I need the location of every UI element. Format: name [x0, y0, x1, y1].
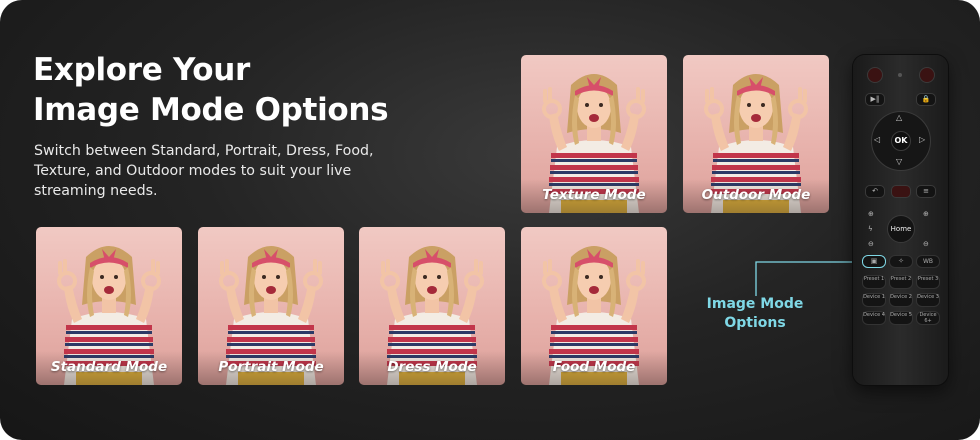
device-2-button[interactable]: Device 2 — [889, 293, 913, 307]
power-off-button[interactable] — [919, 67, 935, 83]
brightness-icon[interactable]: ✧ — [889, 255, 913, 268]
headline: Explore Your Image Mode Options — [33, 50, 453, 130]
preset-1-button[interactable]: Preset 1 — [862, 275, 886, 289]
mode-card-standard: Standard Mode — [36, 227, 182, 385]
mode-label: Texture Mode — [521, 179, 667, 213]
arrow-left-icon[interactable]: ◁ — [874, 135, 880, 144]
wb-button[interactable]: WB — [916, 255, 940, 268]
zoom-out-icon[interactable]: ⊖ — [868, 240, 874, 248]
mode-label: Dress Mode — [359, 351, 505, 385]
back-icon[interactable]: ↶ — [865, 185, 885, 198]
headline-line-2: Image Mode Options — [33, 92, 389, 128]
headline-line-1: Explore Your — [33, 52, 251, 88]
zoom-in-icon[interactable]: ⊕ — [868, 210, 874, 218]
callout-line-2: Options — [724, 315, 786, 331]
record-button[interactable] — [891, 185, 911, 198]
device-6-button[interactable]: Device 6+ — [916, 311, 940, 325]
menu-icon[interactable]: ≡ — [916, 185, 936, 198]
device-5-button[interactable]: Device 5 — [889, 311, 913, 325]
power-button[interactable] — [867, 67, 883, 83]
image-mode-icon[interactable]: ▣ — [862, 255, 886, 268]
mode-card-outdoor: Outdoor Mode — [683, 55, 829, 213]
play-pause-icon[interactable]: ▶‖ — [865, 93, 885, 106]
mode-card-dress: Dress Mode — [359, 227, 505, 385]
remote-control: ▶‖ 🔒 OK △ ▽ ◁ ▷ ↶ ≡ ⊕ ϟ ⊖ Home ⊕ ⊖ ▣ ✧ W… — [853, 55, 948, 385]
device-1-button[interactable]: Device 1 — [862, 293, 886, 307]
preset-3-button[interactable]: Preset 3 — [916, 275, 940, 289]
arrow-right-icon[interactable]: ▷ — [919, 135, 925, 144]
mode-card-portrait: Portrait Mode — [198, 227, 344, 385]
focus-in-icon[interactable]: ⊕ — [923, 210, 929, 218]
flash-icon[interactable]: ϟ — [868, 225, 873, 233]
ok-button[interactable]: OK — [891, 131, 911, 151]
device-3-button[interactable]: Device 3 — [916, 293, 940, 307]
home-button[interactable]: Home — [887, 215, 915, 243]
focus-out-icon[interactable]: ⊖ — [923, 240, 929, 248]
indicator-light-icon — [898, 73, 902, 77]
callout-connector — [755, 261, 858, 296]
preset-2-button[interactable]: Preset 2 — [889, 275, 913, 289]
mode-label: Food Mode — [521, 351, 667, 385]
banner: Explore Your Image Mode Options Switch b… — [0, 0, 980, 440]
mode-label: Portrait Mode — [198, 351, 344, 385]
mode-label: Outdoor Mode — [683, 179, 829, 213]
mode-card-texture: Texture Mode — [521, 55, 667, 213]
lock-icon[interactable]: 🔒 — [916, 93, 936, 106]
arrow-down-icon[interactable]: ▽ — [896, 157, 902, 166]
device-4-button[interactable]: Device 4 — [862, 311, 886, 325]
mode-card-food: Food Mode — [521, 227, 667, 385]
callout-line-1: Image Mode — [706, 296, 804, 312]
description: Switch between Standard, Portrait, Dress… — [34, 143, 374, 199]
image-mode-callout: Image Mode Options — [700, 295, 810, 333]
mode-label: Standard Mode — [36, 351, 182, 385]
arrow-up-icon[interactable]: △ — [896, 113, 902, 122]
